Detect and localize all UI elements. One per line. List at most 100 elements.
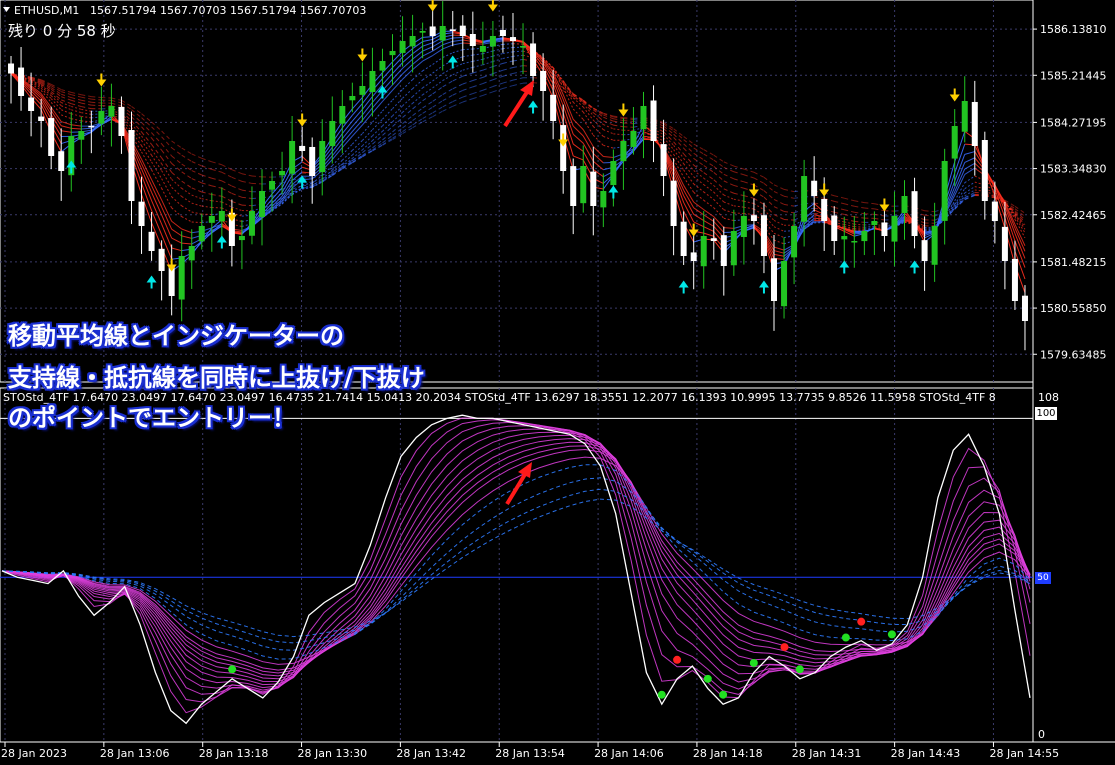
price-tick-label: 1580.55850	[1040, 302, 1106, 315]
candle-body	[419, 31, 426, 33]
candle-body	[750, 215, 757, 221]
time-tick-label: 28 Jan 13:30	[298, 747, 368, 760]
ma-segment	[71, 127, 82, 130]
candle-body	[1021, 295, 1028, 321]
candle-body	[339, 106, 346, 124]
price-tick-label: 1582.42465	[1040, 209, 1106, 222]
ma-segment	[452, 36, 463, 39]
candle-body	[550, 94, 557, 121]
time-tick-label: 28 Jan 13:18	[199, 747, 269, 760]
candle-body	[690, 252, 697, 261]
candle-body	[78, 131, 85, 140]
candle-body	[118, 106, 125, 136]
candle-body	[38, 116, 45, 121]
candle-body	[28, 97, 35, 111]
candle-body	[1011, 258, 1018, 301]
price-tick-label: 1579.63485	[1040, 348, 1106, 361]
candle-body	[128, 130, 135, 201]
candle-body	[861, 231, 868, 242]
candle-body	[409, 36, 416, 47]
oscillator-sell-dot	[780, 643, 789, 652]
price-axis: 1586.13810 1585.21445 1584.27195 1583.34830…	[1033, 23, 1106, 361]
candle-body	[439, 26, 446, 41]
annotation-line-2: 支持線・抵抗線を同時に上抜け/下抜け	[8, 364, 425, 392]
price-tick-label: 1584.27195	[1040, 116, 1106, 129]
time-tick-label: 28 Jan 2023	[1, 747, 67, 760]
candle-body	[148, 231, 155, 251]
oscillator-buy-dot	[841, 633, 850, 642]
oscillator-buy-dot	[657, 690, 666, 699]
candle-body	[710, 238, 717, 241]
oscillator-buy-dot	[887, 630, 896, 639]
oscillator-buy-dot	[703, 674, 712, 683]
candle-body	[600, 191, 607, 208]
candle-body	[218, 211, 225, 222]
candle-body	[720, 235, 727, 266]
candle-body	[740, 216, 747, 237]
candle-body	[299, 145, 306, 151]
candle-body	[660, 144, 667, 176]
candle-body	[931, 226, 938, 265]
candle-body	[520, 46, 527, 48]
oscillator-sell-dot	[857, 617, 866, 626]
candle-body	[208, 216, 215, 223]
candle-body	[359, 86, 366, 95]
candle-body	[499, 30, 506, 36]
candle-body	[801, 176, 808, 222]
candle-body	[580, 166, 587, 204]
candle-body	[560, 125, 567, 171]
candle-body	[781, 261, 788, 307]
candle-body	[670, 180, 677, 226]
candle-body	[650, 100, 657, 141]
candle-body	[791, 226, 798, 258]
candle-body	[901, 196, 908, 214]
candle-body	[570, 166, 577, 206]
ma-segment	[502, 43, 514, 45]
candle-body	[158, 248, 165, 271]
candle-body	[429, 26, 436, 36]
candle-body	[991, 201, 998, 221]
time-axis: 28 Jan 2023 28 Jan 13:06 28 Jan 13:18 28 Ja…	[1, 742, 1059, 760]
oscillator-buy-dot	[228, 665, 237, 674]
candle-body	[138, 201, 145, 226]
candle-body	[58, 151, 65, 171]
price-tick-label: 1581.48215	[1040, 256, 1106, 269]
candle-body	[319, 141, 326, 173]
candle-body	[449, 29, 456, 31]
candle-body	[248, 211, 255, 236]
candle-body	[289, 141, 296, 174]
candle-body	[309, 146, 316, 176]
candle-body	[389, 51, 396, 56]
annotation-line-1: 移動平均線とインジケーターの	[8, 322, 344, 350]
candle-body	[540, 70, 547, 91]
candle-body	[821, 199, 828, 221]
candle-body	[881, 222, 888, 236]
time-tick-label: 28 Jan 13:54	[495, 747, 565, 760]
time-tick-label: 28 Jan 14:18	[693, 747, 763, 760]
candle-body	[509, 37, 516, 41]
candle-body	[399, 41, 406, 53]
indicator-axis-top-label: 108	[1038, 391, 1059, 404]
time-tick-label: 28 Jan 14:06	[594, 747, 664, 760]
candle-body	[18, 67, 25, 96]
candle-body	[911, 191, 918, 236]
candle-body	[1001, 226, 1008, 261]
candle-body	[238, 236, 245, 241]
candle-body	[730, 231, 737, 266]
candle-body	[971, 101, 978, 146]
candle-body	[188, 246, 195, 261]
candle-body	[48, 118, 55, 156]
candle-body	[590, 171, 597, 206]
candle-body	[459, 25, 466, 36]
candle-body	[891, 216, 898, 242]
candle-body	[941, 161, 948, 221]
time-tick-label: 28 Jan 13:42	[396, 747, 466, 760]
candle-body	[329, 121, 336, 147]
candle-body	[369, 71, 376, 92]
time-tick-label: 28 Jan 14:31	[792, 747, 862, 760]
candle-body	[479, 46, 486, 52]
candle-body	[489, 36, 496, 47]
candle-body	[88, 125, 95, 128]
candle-body	[851, 241, 858, 243]
candle-body	[469, 34, 476, 46]
